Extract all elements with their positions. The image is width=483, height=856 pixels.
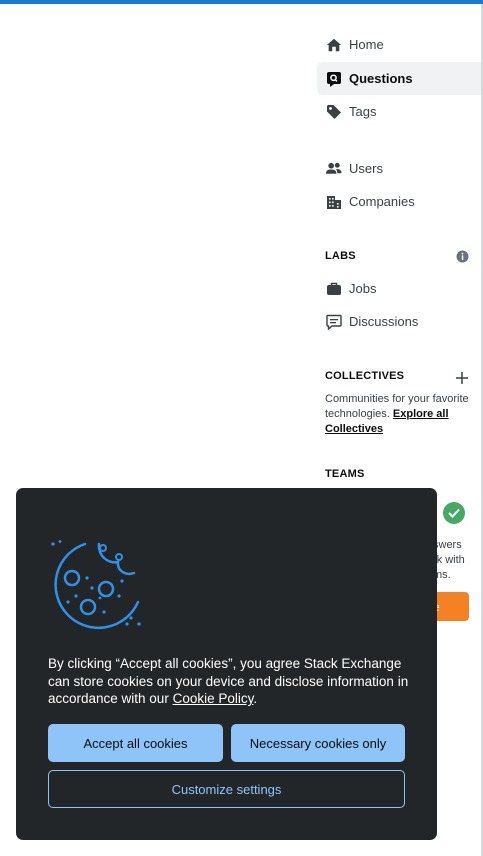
cookie-text-end: . <box>253 691 258 706</box>
nav-item-companies[interactable]: Companies <box>317 185 481 218</box>
explore-link-line1: Explore all <box>392 408 449 420</box>
labs-section-title: LABS <box>325 250 356 262</box>
collectives-desc-line1: Communities for your favorite <box>325 393 469 405</box>
info-icon[interactable] <box>456 250 469 268</box>
building-icon <box>326 194 342 210</box>
nav-users-label: Users <box>349 161 383 176</box>
nav-home-label: Home <box>349 37 384 52</box>
nav-item-users[interactable]: Users <box>317 152 481 185</box>
teams-description-partial: swers rk with ms. <box>433 538 465 583</box>
necessary-cookies-only-button[interactable]: Necessary cookies only <box>231 724 405 762</box>
collectives-desc-line2: technologies. <box>325 408 390 420</box>
teams-text-line2: rk with <box>433 554 465 566</box>
chat-icon <box>326 314 342 330</box>
nav-questions-label: Questions <box>349 71 413 86</box>
plus-icon[interactable] <box>456 371 468 389</box>
accept-all-cookies-button[interactable]: Accept all cookies <box>48 724 223 762</box>
nav-jobs-label: Jobs <box>349 281 377 296</box>
nav-tags-label: Tags <box>349 104 377 119</box>
nav-item-discussions[interactable]: Discussions <box>317 305 481 338</box>
teams-text-line1: swers <box>433 539 462 551</box>
explore-link-line2: Collectives <box>325 423 384 435</box>
nav-item-tags[interactable]: Tags <box>317 95 481 128</box>
nav-item-jobs[interactable]: Jobs <box>317 272 481 305</box>
questions-icon <box>326 71 342 87</box>
nav-item-home[interactable]: Home <box>317 28 481 61</box>
cookie-consent-text: By clicking “Accept all cookies”, you ag… <box>48 655 413 708</box>
customize-settings-button[interactable]: Customize settings <box>48 770 405 808</box>
cookie-policy-link[interactable]: Cookie Policy <box>173 691 254 706</box>
tag-icon <box>326 104 342 120</box>
top-accent-bar <box>0 0 483 4</box>
nav-discussions-label: Discussions <box>349 314 419 329</box>
collectives-description: Communities for your favorite technologi… <box>325 392 475 437</box>
nav-companies-label: Companies <box>349 194 415 209</box>
users-icon <box>326 161 342 177</box>
briefcase-icon <box>326 281 342 297</box>
nav-item-questions[interactable]: Questions <box>317 62 481 95</box>
teams-section-title: TEAMS <box>325 468 365 480</box>
teams-check-icon <box>443 502 465 524</box>
collectives-section-title: COLLECTIVES <box>325 370 405 382</box>
cookie-icon <box>48 540 144 641</box>
home-icon <box>326 37 342 53</box>
cookie-consent-dialog: By clicking “Accept all cookies”, you ag… <box>16 488 437 840</box>
